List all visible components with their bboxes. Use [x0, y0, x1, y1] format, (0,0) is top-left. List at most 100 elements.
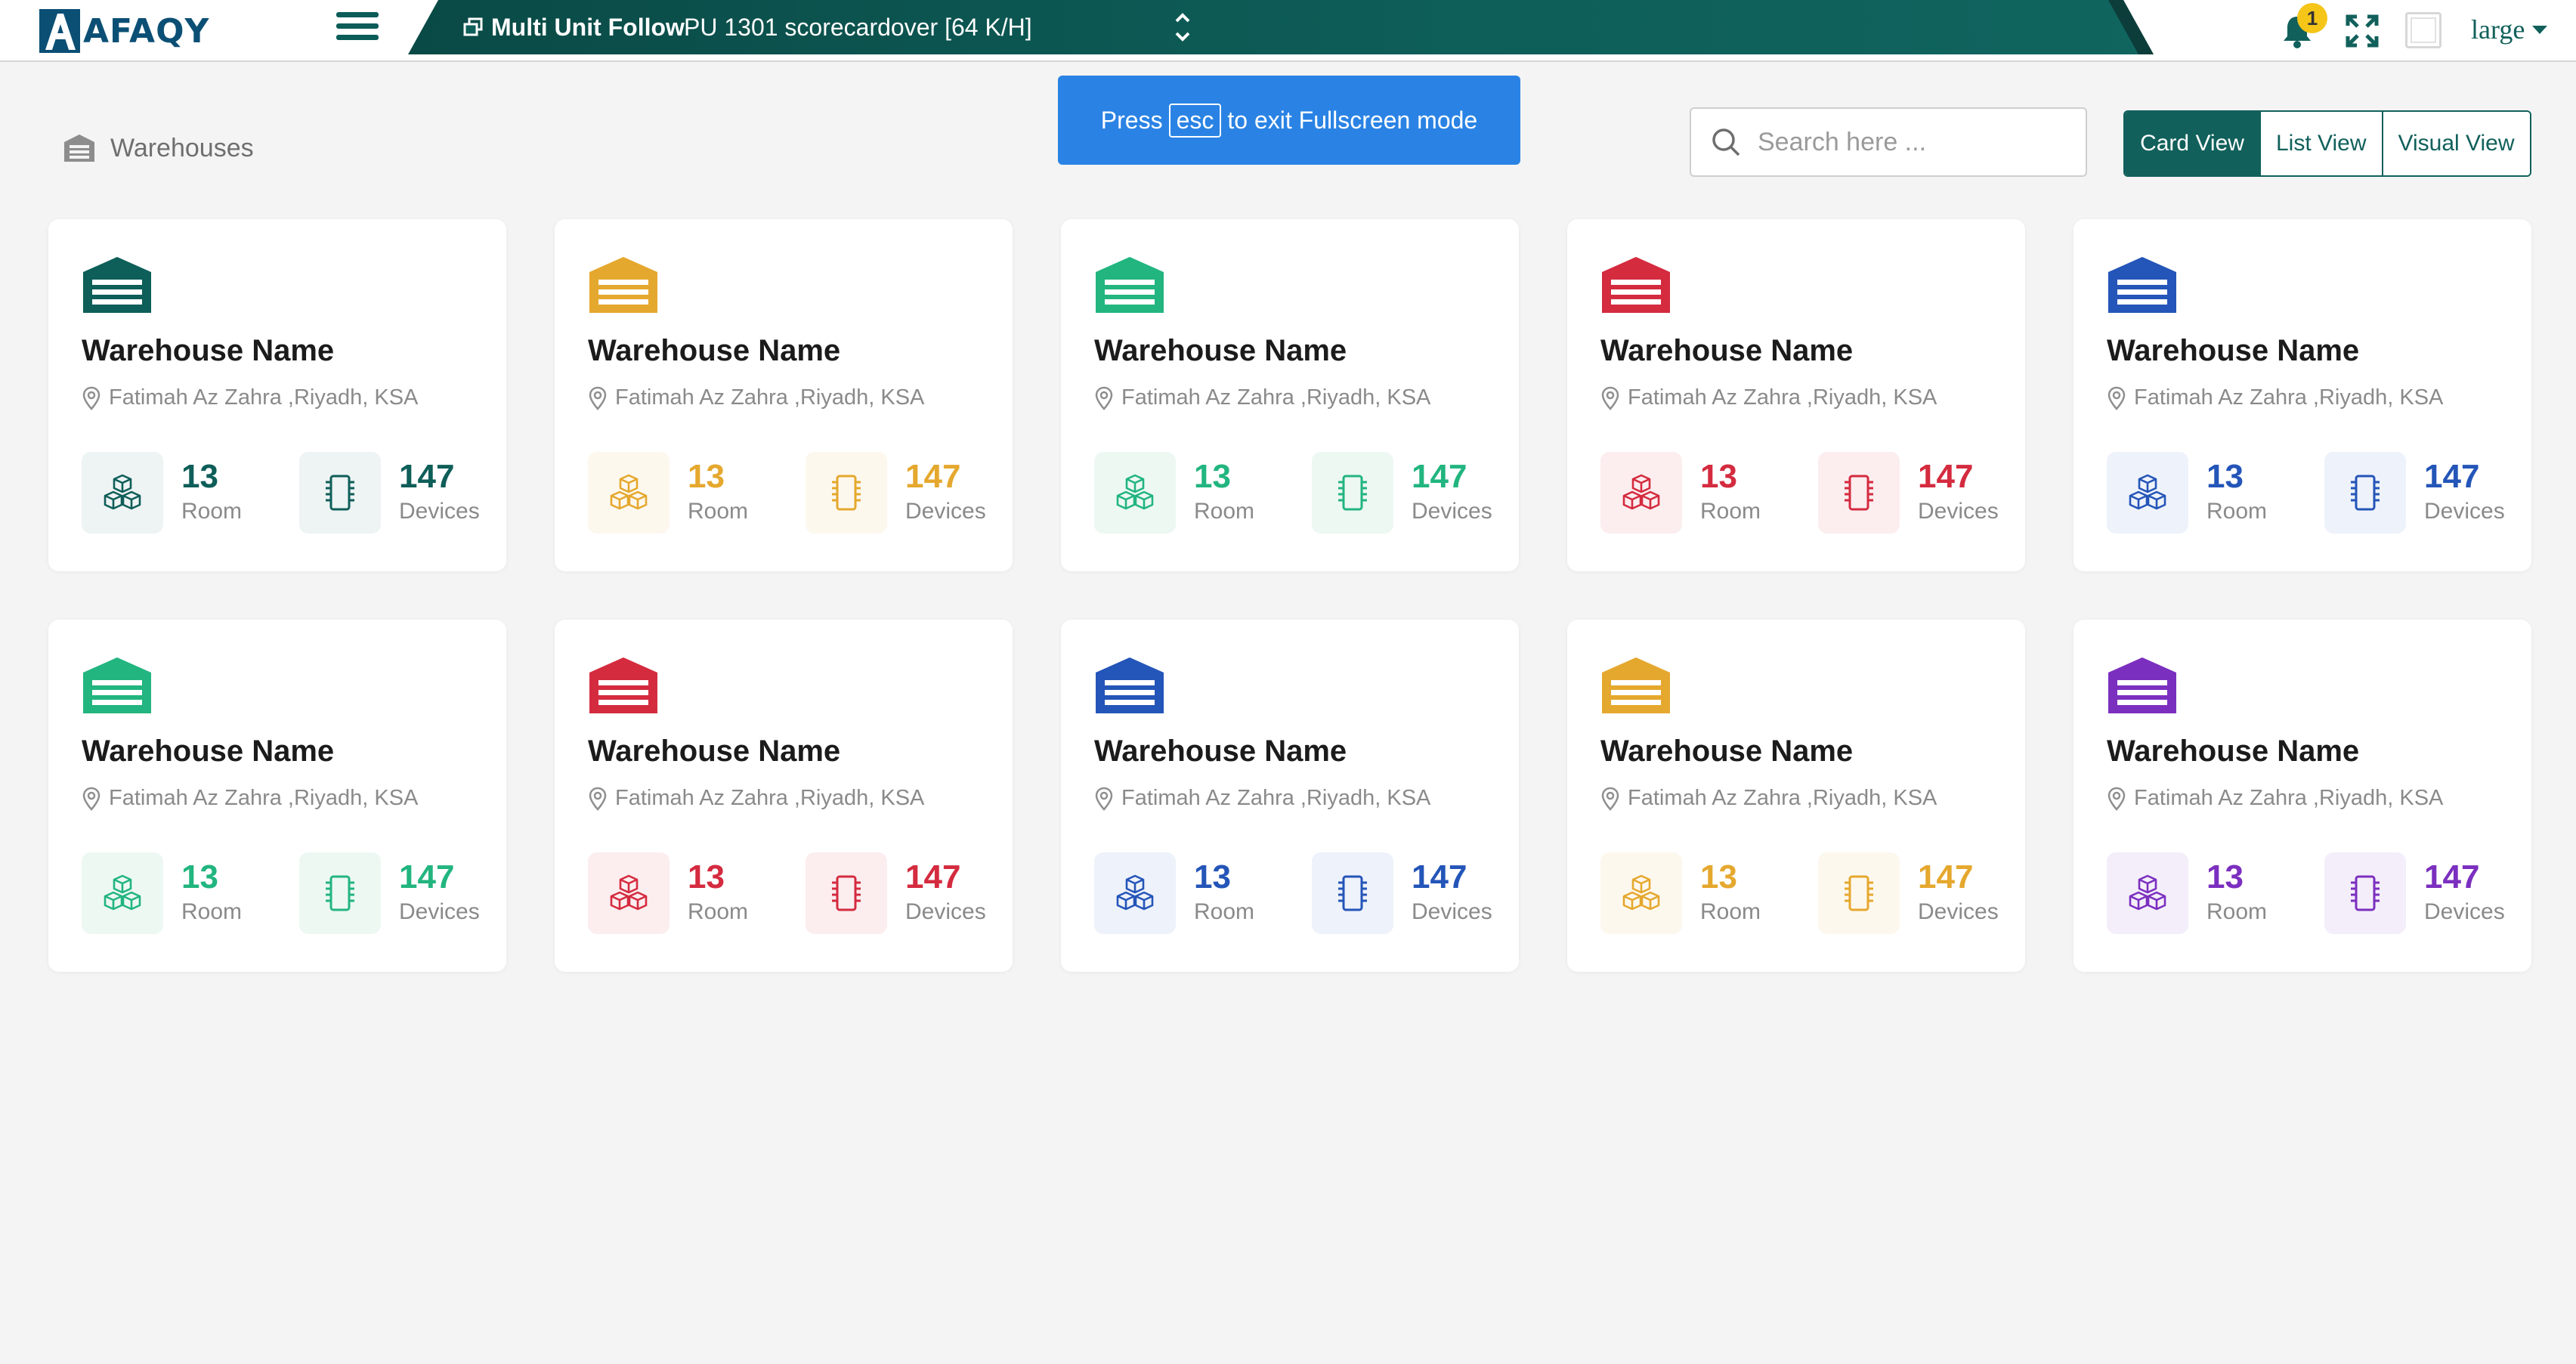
warehouse-card[interactable]: Warehouse Name Fatimah Az Zahra ,Riyadh,…	[1061, 219, 1519, 571]
room-label: Room	[688, 499, 749, 524]
fullscreen-expand-icon[interactable]	[2345, 14, 2380, 48]
warehouse-card[interactable]: Warehouse Name Fatimah Az Zahra ,Riyadh,…	[2073, 620, 2531, 972]
room-tile	[588, 452, 670, 534]
device-chip-icon	[326, 475, 354, 511]
warehouse-card[interactable]: Warehouse Name Fatimah Az Zahra ,Riyadh,…	[48, 620, 506, 972]
warehouse-icon	[589, 257, 657, 313]
location-pin-icon	[1095, 787, 1113, 811]
visual-view-button[interactable]: Visual View	[2381, 112, 2530, 175]
afaqy-logo[interactable]: AFAQY	[39, 9, 209, 53]
warehouse-card[interactable]: Warehouse Name Fatimah Az Zahra ,Riyadh,…	[48, 219, 506, 571]
warehouse-icon	[64, 135, 94, 162]
search-input[interactable]	[1756, 126, 2077, 158]
warehouse-address: Fatimah Az Zahra ,Riyadh, KSA	[1094, 385, 1430, 410]
warehouse-icon	[589, 657, 657, 713]
unit-select-arrows-icon[interactable]	[1171, 6, 1194, 48]
devices-tile	[1312, 852, 1393, 934]
search-box	[1690, 107, 2087, 177]
warehouse-name: Warehouse Name	[1600, 735, 1854, 768]
device-chip-icon	[1845, 875, 1873, 911]
devices-label: Devices	[1918, 899, 1999, 924]
devices-label: Devices	[1412, 899, 1492, 924]
multi-unit-follow-button[interactable]: Multi Unit Follow	[462, 12, 685, 42]
devices-count: 147	[399, 458, 455, 495]
size-select-value: large	[2471, 14, 2525, 45]
cubes-icon	[1116, 474, 1154, 510]
unit-select-value: PU 1301 scorecardover [64 K/H]	[684, 13, 1032, 41]
logo-text: AFAQY	[83, 11, 210, 51]
devices-stat: 147 Devices	[299, 452, 480, 534]
devices-count: 147	[399, 858, 455, 895]
devices-stat: 147 Devices	[1818, 452, 1999, 534]
cubes-icon	[104, 874, 141, 911]
cubes-icon	[2129, 874, 2166, 911]
warehouse-card[interactable]: Warehouse Name Fatimah Az Zahra ,Riyadh,…	[1567, 219, 2025, 571]
devices-stat: 147 Devices	[1312, 452, 1492, 534]
warehouse-card[interactable]: Warehouse Name Fatimah Az Zahra ,Riyadh,…	[1061, 620, 1519, 972]
room-stat: 13 Room	[82, 852, 242, 934]
cubes-icon	[2129, 474, 2166, 510]
warehouse-icon	[1602, 257, 1670, 313]
warehouse-name: Warehouse Name	[588, 334, 841, 367]
fullscreen-toast: Press esc to exit Fullscreen mode	[1058, 76, 1520, 165]
top-bar: AFAQY Multi Unit Follow PU 1301 scorecar…	[0, 0, 2576, 62]
size-select[interactable]: large	[2471, 11, 2548, 48]
warehouse-name: Warehouse Name	[1600, 334, 1854, 367]
devices-tile	[1818, 452, 1900, 534]
toast-prefix: Press	[1100, 106, 1163, 134]
devices-stat: 147 Devices	[299, 852, 480, 934]
device-chip-icon	[1845, 475, 1873, 511]
warehouse-card[interactable]: Warehouse Name Fatimah Az Zahra ,Riyadh,…	[555, 620, 1013, 972]
location-pin-icon	[1601, 787, 1619, 811]
device-chip-icon	[2351, 475, 2380, 511]
room-stat: 13 Room	[1094, 452, 1254, 534]
room-stat: 13 Room	[2107, 852, 2267, 934]
warehouse-icon	[1096, 257, 1164, 313]
warehouse-address: Fatimah Az Zahra ,Riyadh, KSA	[1600, 385, 1937, 410]
room-count: 13	[181, 458, 218, 495]
warehouse-card[interactable]: Warehouse Name Fatimah Az Zahra ,Riyadh,…	[555, 219, 1013, 571]
hamburger-menu-icon[interactable]	[336, 12, 379, 48]
warehouse-address: Fatimah Az Zahra ,Riyadh, KSA	[82, 786, 418, 811]
devices-tile	[299, 452, 381, 534]
card-view-button[interactable]: Card View	[2125, 112, 2259, 175]
warehouse-card[interactable]: Warehouse Name Fatimah Az Zahra ,Riyadh,…	[1567, 620, 2025, 972]
location-pin-icon	[2107, 386, 2126, 410]
devices-label: Devices	[1918, 499, 1999, 524]
chevron-down-icon	[2532, 25, 2548, 34]
room-tile	[82, 452, 163, 534]
devices-stat: 147 Devices	[806, 452, 986, 534]
warehouse-card[interactable]: Warehouse Name Fatimah Az Zahra ,Riyadh,…	[2073, 219, 2531, 571]
devices-count: 147	[2424, 858, 2480, 895]
devices-tile	[299, 852, 381, 934]
unit-select[interactable]: PU 1301 scorecardover [64 K/H]	[684, 11, 1213, 44]
warehouse-address-text: Fatimah Az Zahra ,Riyadh, KSA	[1121, 786, 1431, 810]
toast-suffix: to exit Fullscreen mode	[1227, 106, 1478, 134]
room-label: Room	[688, 899, 749, 924]
warehouse-icon	[2108, 257, 2176, 313]
devices-stat: 147 Devices	[1312, 852, 1492, 934]
room-count: 13	[688, 858, 725, 895]
cubes-icon	[610, 474, 648, 510]
cubes-icon	[1622, 874, 1660, 911]
room-count: 13	[181, 858, 218, 895]
devices-label: Devices	[2424, 899, 2505, 924]
cubes-icon	[1622, 474, 1660, 510]
warehouse-name: Warehouse Name	[588, 735, 841, 768]
room-tile	[2107, 452, 2188, 534]
warehouse-address-text: Fatimah Az Zahra ,Riyadh, KSA	[615, 786, 925, 810]
location-pin-icon	[82, 386, 101, 410]
list-view-button[interactable]: List View	[2259, 112, 2382, 175]
search-icon	[1712, 128, 1740, 156]
room-tile	[2107, 852, 2188, 934]
room-label: Room	[1700, 499, 1761, 524]
warehouse-address-text: Fatimah Az Zahra ,Riyadh, KSA	[1628, 385, 1937, 410]
notification-count-badge: 1	[2297, 3, 2327, 33]
window-toggle-icon[interactable]	[2405, 12, 2441, 48]
warehouse-address: Fatimah Az Zahra ,Riyadh, KSA	[2107, 786, 2443, 811]
room-stat: 13 Room	[1600, 852, 1761, 934]
devices-stat: 147 Devices	[2324, 452, 2505, 534]
warehouse-name: Warehouse Name	[1094, 735, 1347, 768]
room-tile	[82, 852, 163, 934]
warehouse-address: Fatimah Az Zahra ,Riyadh, KSA	[588, 385, 924, 410]
